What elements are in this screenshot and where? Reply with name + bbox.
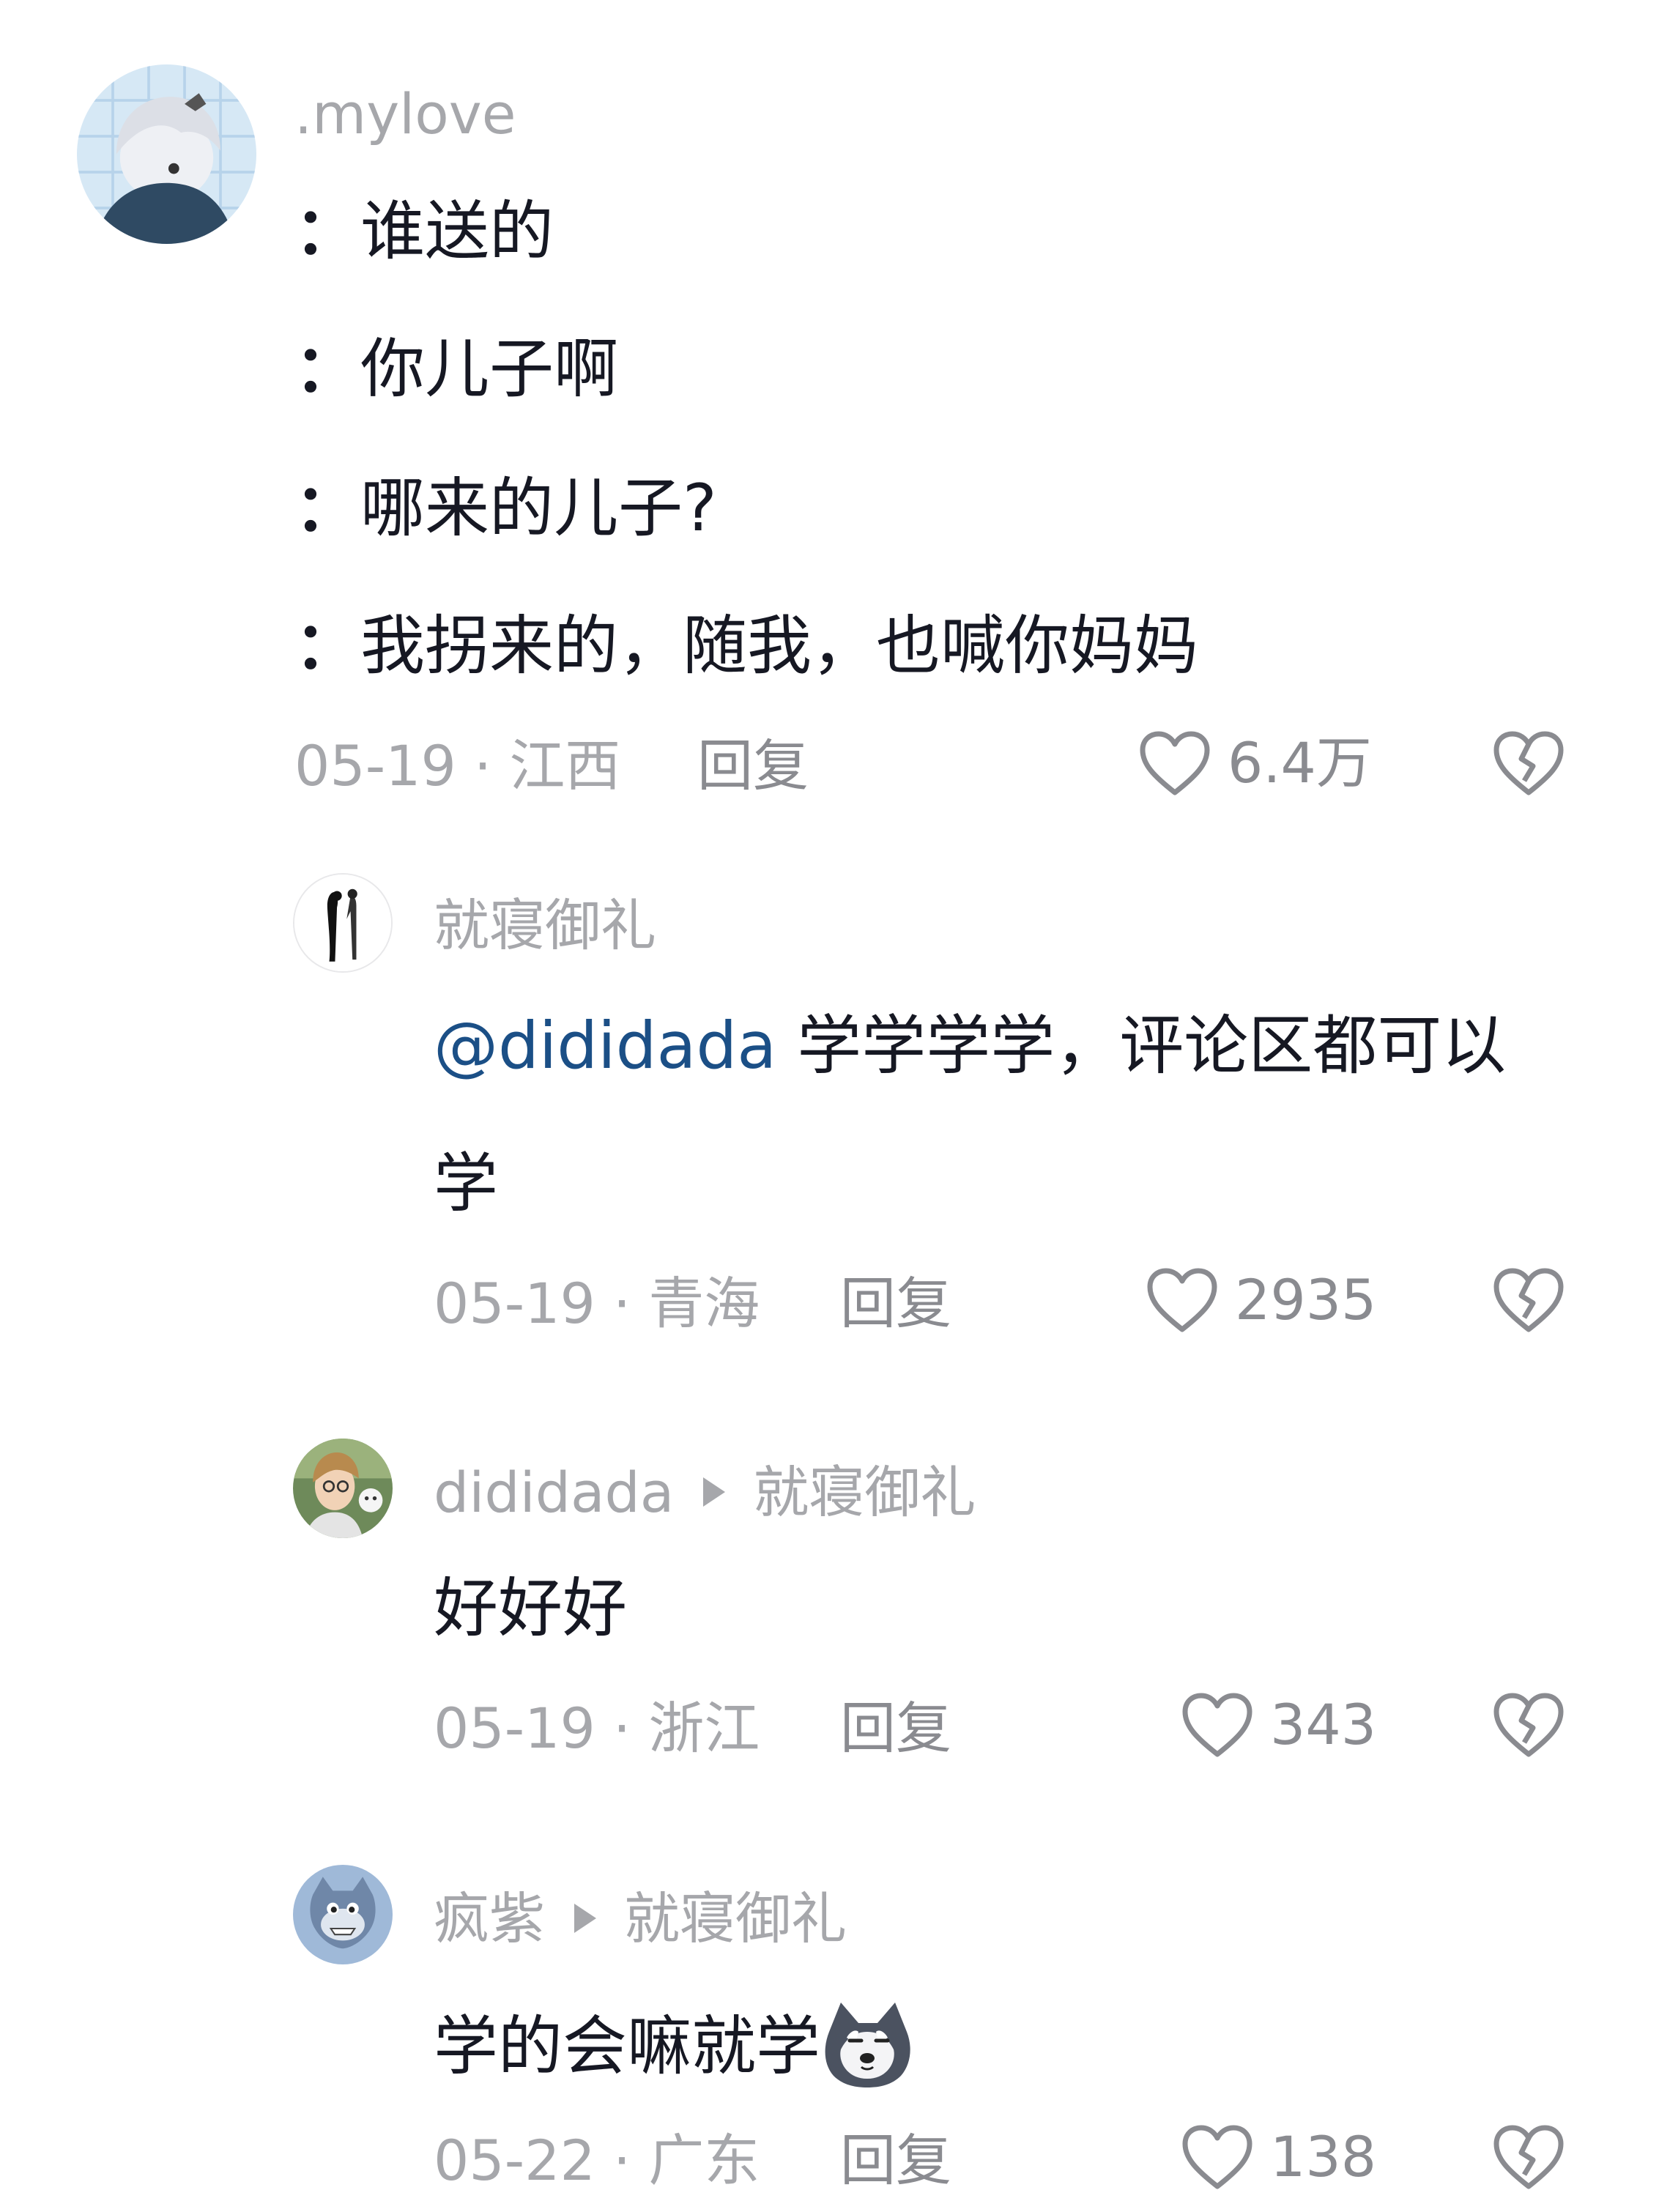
broken-heart-icon	[1493, 1693, 1564, 1757]
reply-to-username[interactable]: 就寝御礼	[753, 1460, 976, 1525]
like-button[interactable]: 343	[1179, 1690, 1376, 1760]
avatar[interactable]	[293, 873, 393, 973]
comment-line: 学	[434, 1151, 498, 1216]
date-location: 05-22 · 广东	[434, 2128, 760, 2193]
username[interactable]: dididada	[434, 1460, 674, 1525]
line-prefix: ：	[294, 608, 360, 683]
comment-line: 好好好	[434, 1576, 627, 1641]
comment-text: 哪来的儿子?	[360, 470, 717, 546]
line-prefix: ：	[294, 470, 360, 546]
like-count: 343	[1270, 1692, 1377, 1757]
username-line: dididada 就寝御礼	[434, 1465, 976, 1521]
comment-line: @dididada 学学学学，评论区都可以	[434, 1014, 1506, 1078]
date-location: 05-19 · 青海	[434, 1271, 760, 1336]
comment-text: 好好好	[434, 1570, 628, 1646]
comment-line: ：谁送的	[294, 199, 554, 264]
line-prefix: ：	[294, 331, 360, 407]
username[interactable]: 疯紫	[434, 1886, 545, 1951]
dislike-button[interactable]	[1491, 2122, 1567, 2192]
avatar[interactable]	[293, 1865, 393, 1964]
comment-line: 学的会嘛就学	[434, 2003, 916, 2095]
comment-text: 谁送的	[360, 193, 554, 269]
comment-line: ：你儿子啊	[294, 337, 618, 401]
line-prefix: ：	[294, 193, 360, 269]
reply-button[interactable]: 回复	[697, 738, 809, 794]
reply-arrow-icon	[574, 1904, 596, 1933]
like-count: 6.4万	[1228, 730, 1372, 795]
broken-heart-icon	[1493, 1268, 1564, 1332]
like-count: 138	[1270, 2124, 1377, 2189]
comment-text: 学	[434, 1146, 499, 1221]
like-button[interactable]: 138	[1179, 2122, 1376, 2192]
username[interactable]: .mylove	[294, 86, 516, 142]
comment-text: 我拐来的，随我，也喊你妈妈	[360, 608, 1199, 683]
husky-emoji-icon	[820, 2000, 916, 2087]
reply-to-username[interactable]: 就寝御礼	[624, 1886, 847, 1951]
reply-arrow-icon	[703, 1477, 726, 1507]
comment-text: 学学学学，评论区都可以	[797, 1008, 1507, 1083]
username-line: 疯紫 就寝御礼	[434, 1891, 847, 1947]
avatar[interactable]	[77, 64, 256, 244]
comment-text: 你儿子啊	[360, 331, 619, 407]
date-location: 05-19 · 浙江	[434, 1696, 760, 1761]
heart-outline-icon	[1140, 731, 1210, 795]
heart-outline-icon	[1147, 1268, 1217, 1332]
avatar[interactable]	[293, 1439, 393, 1538]
dislike-button[interactable]	[1491, 728, 1567, 798]
reply-button[interactable]: 回复	[840, 1701, 951, 1756]
comment-text: 学的会嘛就学	[434, 2008, 821, 2084]
broken-heart-icon	[1493, 731, 1564, 795]
reply-button[interactable]: 回复	[840, 1276, 951, 1332]
broken-heart-icon	[1493, 2125, 1564, 2189]
comment-line: ：哪来的儿子?	[294, 476, 717, 541]
username[interactable]: 就寝御礼	[434, 898, 656, 954]
heart-outline-icon	[1182, 2125, 1252, 2189]
like-button[interactable]: 6.4万	[1137, 728, 1372, 798]
reply-button[interactable]: 回复	[840, 2133, 951, 2189]
dislike-button[interactable]	[1491, 1265, 1567, 1335]
like-count: 2935	[1235, 1267, 1377, 1332]
comment-line: ：我拐来的，随我，也喊你妈妈	[294, 614, 1198, 678]
heart-outline-icon	[1182, 1693, 1252, 1757]
dislike-button[interactable]	[1491, 1690, 1567, 1760]
like-button[interactable]: 2935	[1144, 1265, 1376, 1335]
date-location: 05-19 · 江西	[294, 733, 621, 798]
mention-link[interactable]: @dididada	[434, 1008, 776, 1083]
